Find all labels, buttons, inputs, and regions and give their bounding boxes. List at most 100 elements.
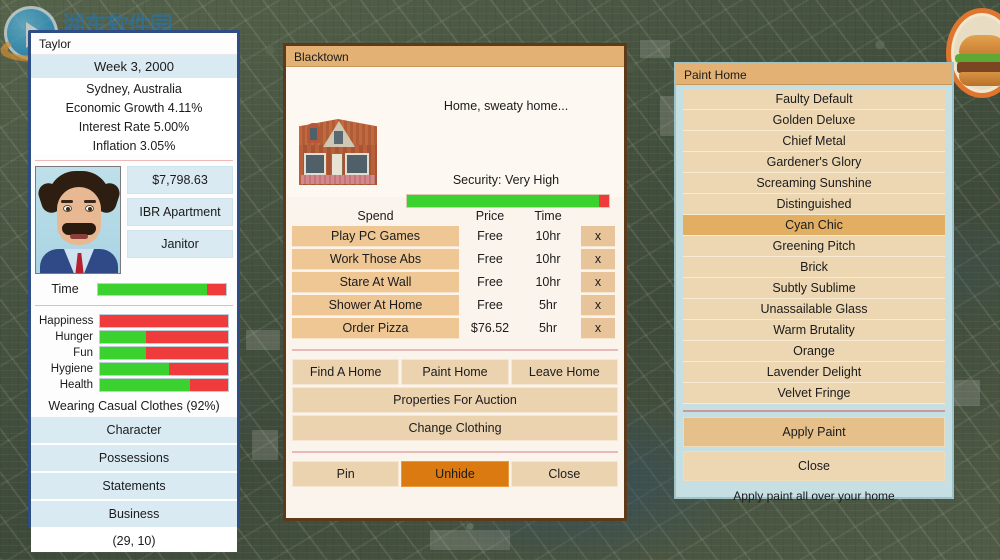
spend-action-button[interactable]: Shower At Home	[292, 295, 459, 316]
paint-color-option[interactable]: Unassailable Glass	[683, 299, 945, 320]
security-bar-red	[599, 195, 609, 207]
paint-color-option[interactable]: Subtly Sublime	[683, 278, 945, 299]
stat-label: Fun	[39, 347, 99, 359]
price-column-header: Price	[459, 209, 521, 223]
paint-color-option[interactable]: Warm Brutality	[683, 320, 945, 341]
spend-row: Order Pizza$76.525hr x	[292, 318, 618, 339]
stat-bar-red	[146, 331, 228, 343]
divider	[35, 305, 233, 306]
stat-bar	[99, 362, 229, 376]
pin-button[interactable]: Pin	[292, 461, 399, 487]
apply-paint-button[interactable]: Apply Paint	[683, 417, 945, 447]
house-sprite-icon[interactable]	[299, 111, 377, 185]
spend-row: Shower At HomeFree5hr x	[292, 295, 618, 316]
properties-for-auction-button[interactable]: Properties For Auction	[292, 387, 618, 413]
spend-remove-button[interactable]: x	[581, 226, 615, 247]
character-identity-row: $7,798.63 IBR Apartment Janitor	[31, 166, 237, 274]
spend-column-header: Spend	[292, 209, 459, 223]
spend-row: Play PC GamesFree10hrx	[292, 226, 618, 247]
paint-color-option[interactable]: Velvet Fringe	[683, 383, 945, 404]
spend-remove-button[interactable]: x	[581, 272, 615, 293]
time-label: Time	[41, 282, 89, 296]
paint-close-button[interactable]: Close	[683, 451, 945, 481]
paint-hint-text: Apply paint all over your home	[676, 485, 952, 509]
time-bar-red	[207, 284, 226, 295]
stat-row: Fun	[39, 345, 229, 360]
money-value[interactable]: $7,798.63	[127, 166, 233, 194]
spend-price-value: Free	[459, 226, 521, 247]
time-bar	[97, 283, 227, 296]
home-window-title: Blacktown	[286, 46, 624, 67]
paint-color-option[interactable]: Cyan Chic	[683, 215, 945, 236]
security-bar-green	[407, 195, 599, 207]
home-action-leave-home[interactable]: Leave Home	[511, 359, 618, 385]
character-portrait-icon[interactable]	[35, 166, 121, 274]
paint-color-option[interactable]: Chief Metal	[683, 131, 945, 152]
character-summary: Week 3, 2000 Sydney, Australia Economic …	[31, 55, 237, 155]
security-label: Security: Very High	[394, 173, 618, 187]
interest-rate-text: Interest Rate 5.00%	[31, 117, 237, 136]
stat-bar-green	[100, 379, 190, 391]
location-text: Sydney, Australia	[31, 79, 237, 98]
spend-remove-button[interactable]: x	[581, 295, 615, 316]
stat-bar-red	[190, 379, 228, 391]
time-bar-row: Time	[31, 274, 237, 300]
paint-color-option[interactable]: Orange	[683, 341, 945, 362]
paint-color-option[interactable]: Distinguished	[683, 194, 945, 215]
spend-time-value: 10hr	[521, 272, 575, 293]
paint-color-option[interactable]: Faulty Default	[683, 89, 945, 110]
spend-price-value: Free	[459, 295, 521, 316]
spend-remove-button[interactable]: x	[581, 318, 615, 339]
spend-section: Spend Price Time Play PC GamesFree10hrxW…	[286, 197, 624, 339]
spend-action-button[interactable]: Work Those Abs	[292, 249, 459, 270]
nav-button-statements[interactable]: Statements	[31, 473, 237, 501]
spend-row: Work Those AbsFree10hr x	[292, 249, 618, 270]
job-value[interactable]: Janitor	[127, 230, 233, 258]
time-bar-green	[98, 284, 207, 295]
week-display: Week 3, 2000	[31, 55, 237, 79]
nav-button-possessions[interactable]: Possessions	[31, 445, 237, 473]
stat-bar-red	[169, 363, 228, 375]
spend-price-value: $76.52	[459, 318, 521, 339]
stat-bar-red	[146, 347, 228, 359]
home-action-paint-home[interactable]: Paint Home	[401, 359, 508, 385]
home-action-buttons: Find A HomePaint HomeLeave Home	[286, 359, 624, 385]
home-action-find-a-home[interactable]: Find A Home	[292, 359, 399, 385]
stat-bar-red	[100, 315, 228, 327]
nav-button-character[interactable]: Character	[31, 417, 237, 445]
paint-color-option[interactable]: Brick	[683, 257, 945, 278]
paint-color-option[interactable]: Screaming Sunshine	[683, 173, 945, 194]
stat-bar-green	[100, 331, 146, 343]
paint-color-option[interactable]: Golden Deluxe	[683, 110, 945, 131]
spend-time-value: 10hr	[521, 249, 575, 270]
stat-bar	[99, 378, 229, 392]
spend-action-button[interactable]: Order Pizza	[292, 318, 459, 339]
stat-row: Health	[39, 377, 229, 392]
stat-row: Hygiene	[39, 361, 229, 376]
spend-action-button[interactable]: Play PC Games	[292, 226, 459, 247]
residence-value[interactable]: IBR Apartment	[127, 198, 233, 226]
stat-row: Happiness	[39, 313, 229, 328]
spend-price-value: Free	[459, 249, 521, 270]
home-overview: Home, sweaty home... Security: Very High	[286, 67, 624, 197]
close-button[interactable]: Close	[511, 461, 618, 487]
divider	[292, 349, 618, 351]
nav-button-business[interactable]: Business	[31, 501, 237, 529]
stat-bar-green	[100, 347, 146, 359]
paint-color-option[interactable]: Gardener's Glory	[683, 152, 945, 173]
change-clothing-button[interactable]: Change Clothing	[292, 415, 618, 441]
needs-stat-list: Happiness Hunger Fun Hygiene Health	[31, 311, 237, 392]
stat-row: Hunger	[39, 329, 229, 344]
spend-remove-button[interactable]: x	[581, 249, 615, 270]
stat-label: Hygiene	[39, 363, 99, 375]
security-bar	[406, 194, 610, 208]
spend-time-value: 5hr	[521, 295, 575, 316]
spend-action-button[interactable]: Stare At Wall	[292, 272, 459, 293]
unhide-button[interactable]: Unhide	[401, 461, 508, 487]
paint-color-option[interactable]: Lavender Delight	[683, 362, 945, 383]
spend-time-value: 5hr	[521, 318, 575, 339]
clothing-status: Wearing Casual Clothes (92%)	[31, 393, 237, 417]
character-attributes: $7,798.63 IBR Apartment Janitor	[127, 166, 233, 274]
stat-label: Hunger	[39, 331, 99, 343]
paint-color-option[interactable]: Greening Pitch	[683, 236, 945, 257]
